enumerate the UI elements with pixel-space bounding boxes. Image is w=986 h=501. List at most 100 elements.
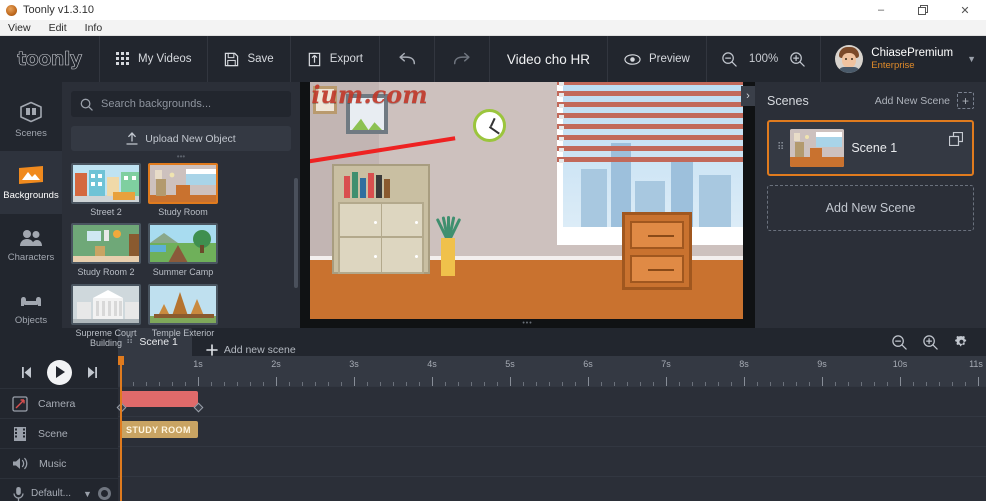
timeline-lane-scene[interactable]: STUDY ROOM [118, 416, 986, 446]
playhead[interactable] [118, 356, 123, 501]
scenes-header: Scenes Add New Scene + [767, 92, 974, 109]
ruler-tick-label: 5s [505, 359, 515, 369]
brand-logo[interactable]: toonly [0, 36, 100, 82]
upload-new-object-button[interactable]: Upload New Object [71, 126, 291, 151]
sidebar-label-scenes: Scenes [15, 127, 47, 139]
user-plan: Enterprise [871, 60, 915, 72]
menu-item-view[interactable]: View [8, 22, 31, 34]
previous-frame-button[interactable] [21, 366, 35, 379]
search-input[interactable] [101, 98, 282, 110]
microphone-icon [12, 486, 25, 501]
ruler-tick-label: 9s [817, 359, 827, 369]
track-label-text: Scene [38, 427, 68, 440]
chevron-down-icon[interactable]: ▼ [967, 54, 976, 64]
background-thumb [148, 283, 218, 325]
timeline-zoom-out-icon[interactable] [891, 334, 908, 351]
redo-icon [451, 51, 473, 67]
record-button[interactable] [97, 487, 111, 500]
play-button[interactable] [46, 359, 72, 385]
ruler-tick-label: 6s [583, 359, 593, 369]
window-blinds [557, 82, 743, 168]
redo-button[interactable] [435, 36, 490, 82]
user-name: ChiasePremium [871, 46, 954, 59]
camera-clip[interactable] [120, 391, 198, 407]
scene-clip[interactable]: STUDY ROOM [120, 421, 198, 438]
timeline-body: Camera Scene Music Default... ▼ 1s 2s 3s… [0, 356, 986, 501]
project-title[interactable]: Video cho HR [490, 36, 608, 82]
duplicate-scene-icon[interactable] [949, 132, 963, 146]
drag-handle-icon[interactable]: ⠿ [777, 143, 784, 153]
microphone-device-label: Default... [31, 488, 72, 499]
maximize-icon[interactable] [902, 0, 944, 20]
ruler-tick-label: 7s [661, 359, 671, 369]
minimize-icon[interactable]: – [860, 0, 902, 20]
timeline-settings-gear-icon[interactable] [953, 334, 970, 351]
undo-icon [396, 51, 418, 67]
undo-button[interactable] [380, 36, 435, 82]
sidebar-item-characters[interactable]: Characters [0, 214, 62, 277]
workspace: Scenes Backgrounds Characters Objects Se… [0, 82, 986, 348]
title-bar: Toonly v1.3.10 – ✕ [0, 0, 986, 20]
next-frame-button[interactable] [84, 366, 98, 379]
timeline-lane-camera[interactable] [116, 386, 986, 416]
timeline-lane-voiceover[interactable] [118, 476, 986, 501]
sidebar-item-scenes[interactable]: Scenes [0, 88, 62, 151]
menu-item-info[interactable]: Info [85, 22, 103, 34]
timeline-zoom-in-icon[interactable] [922, 334, 939, 351]
floppy-icon [224, 52, 239, 67]
canvas-stage: › ium.com ••• [300, 82, 755, 328]
export-button[interactable]: Export [291, 36, 380, 82]
background-label: Temple Exterior [151, 327, 215, 338]
export-icon [307, 52, 322, 67]
add-new-scene-button[interactable]: Add New Scene + [875, 92, 974, 109]
background-card-temple-exterior[interactable]: Temple Exterior [148, 283, 218, 349]
search-backgrounds[interactable] [71, 91, 291, 117]
background-card-street2[interactable]: Street 2 [71, 163, 141, 217]
plus-icon: + [957, 92, 974, 109]
preview-button[interactable]: Preview [608, 36, 707, 82]
ruler-tick-label: 2s [271, 359, 281, 369]
track-label-camera[interactable]: Camera [0, 388, 118, 418]
track-label-microphone[interactable]: Default... ▼ [0, 478, 118, 501]
my-videos-button[interactable]: My Videos [100, 36, 209, 82]
keyframe-end[interactable] [193, 402, 204, 413]
menu-item-edit[interactable]: Edit [49, 22, 67, 34]
timeline-lane-music[interactable] [118, 446, 986, 476]
user-account[interactable]: ChiasePremium Enterprise ▼ [821, 36, 986, 82]
backgrounds-icon [18, 165, 44, 185]
close-icon[interactable]: ✕ [944, 0, 986, 20]
collapse-chevron-icon[interactable]: › [741, 86, 755, 106]
background-card-supreme-court[interactable]: Supreme Court Building [71, 283, 141, 349]
background-card-summer-camp[interactable]: Summer Camp [148, 223, 218, 277]
panel-scrollbar[interactable] [294, 178, 298, 288]
eye-icon [624, 53, 641, 66]
zoom-in-icon[interactable] [789, 51, 806, 68]
left-rail: Scenes Backgrounds Characters Objects [0, 82, 62, 328]
ruler-tick-label: 10s [892, 359, 908, 369]
zoom-out-icon[interactable] [721, 51, 738, 68]
background-label: Street 2 [90, 207, 122, 217]
background-label: Summer Camp [152, 267, 214, 278]
background-card-study-room[interactable]: Study Room [148, 163, 218, 217]
save-button[interactable]: Save [208, 36, 291, 82]
preview-label: Preview [648, 53, 690, 65]
background-card-study-room-2[interactable]: Study Room 2 [71, 223, 141, 277]
avatar [835, 45, 864, 73]
track-label-scene[interactable]: Scene [0, 418, 118, 448]
sidebar-item-backgrounds[interactable]: Backgrounds [0, 151, 62, 214]
save-label: Save [247, 53, 274, 65]
objects-icon [18, 292, 44, 310]
ruler-tick-label: 8s [739, 359, 749, 369]
timeline: ⠿ Scene 1 Add new scene Camera Scene Mus… [0, 328, 986, 501]
timeline-ruler[interactable]: 1s 2s 3s 4s 5s 6s 7s 8s 9s 10s 11s [118, 356, 986, 386]
zoom-level-label: 100% [748, 53, 779, 65]
track-label-music[interactable]: Music [0, 448, 118, 478]
chevron-down-icon[interactable]: ▼ [83, 489, 92, 499]
scene-card[interactable]: ⠿ Scene 1 [767, 120, 974, 176]
stage-resize-grip[interactable]: ••• [522, 320, 532, 327]
track-label-text: Camera [38, 397, 76, 410]
background-thumb [148, 223, 218, 265]
add-new-scene-placeholder[interactable]: Add New Scene [767, 185, 974, 231]
background-label: Study Room [158, 207, 208, 217]
scene-canvas[interactable]: ChiasePremium.com [310, 82, 743, 319]
